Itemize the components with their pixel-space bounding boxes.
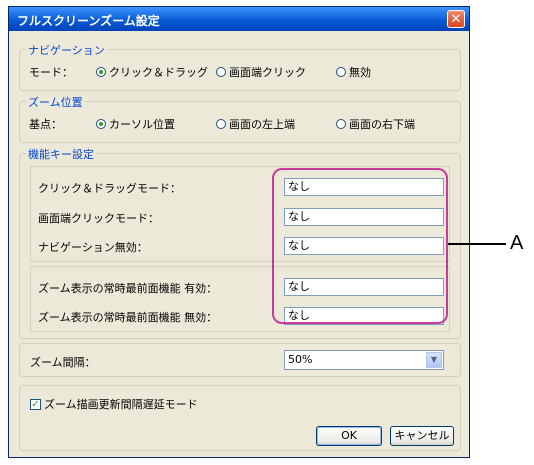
cancel-button[interactable]: キャンセル [390, 426, 454, 446]
function-key-label: 画面端クリックモード： [38, 212, 159, 225]
radio-bottom-right[interactable]: 画面の右下端 [336, 116, 415, 132]
checkmark-icon: ✓ [30, 398, 41, 410]
title-bar[interactable]: フルスクリーンズーム設定 ✕ [9, 7, 469, 31]
mode-label: モード： [29, 66, 73, 79]
radio-icon [336, 67, 346, 77]
function-keys-legend: 機能キー設定 [26, 146, 96, 162]
radio-icon [336, 119, 346, 129]
callout-line [448, 243, 506, 245]
navigation-group: ナビゲーション モード： クリック＆ドラッグ 画面端クリック 無効 [19, 42, 461, 91]
close-icon: ✕ [450, 12, 462, 27]
zoom-position-group: ズーム位置 基点： カーソル位置 画面の左上端 画面の右下端 [19, 94, 461, 143]
radio-disabled[interactable]: 無効 [336, 64, 371, 80]
zoom-interval-select[interactable]: 50% ▼ [284, 350, 444, 370]
zoom-interval-group: ズーム間隔： 50% ▼ [19, 343, 461, 377]
base-label: 基点： [29, 118, 62, 131]
delay-mode-group: ✓ ズーム描画更新間隔遅延モード OK キャンセル [19, 385, 461, 451]
zoom-interval-label: ズーム間隔： [30, 356, 96, 369]
radio-label: カーソル位置 [109, 118, 175, 131]
function-key-label: ズーム表示の常時最前面機能 無効： [38, 311, 218, 324]
radio-top-left[interactable]: 画面の左上端 [216, 116, 295, 132]
radio-selected-icon [96, 119, 106, 129]
radio-icon [216, 119, 226, 129]
radio-label: クリック＆ドラッグ [109, 66, 208, 79]
radio-cursor-position[interactable]: カーソル位置 [96, 116, 175, 132]
function-key-label: クリック＆ドラッグモード： [38, 182, 181, 195]
delay-mode-label: ズーム描画更新間隔遅延モード [44, 398, 198, 411]
radio-label: 画面の左上端 [229, 118, 295, 131]
callout-label: A [510, 232, 524, 254]
radio-label: 無効 [349, 66, 371, 79]
function-key-label: ズーム表示の常時最前面機能 有効： [38, 282, 218, 295]
radio-label: 画面の右下端 [349, 118, 415, 131]
close-button[interactable]: ✕ [447, 10, 465, 28]
delay-mode-checkbox[interactable]: ✓ ズーム描画更新間隔遅延モード [30, 396, 198, 412]
radio-edge-click[interactable]: 画面端クリック [216, 64, 306, 80]
radio-click-drag[interactable]: クリック＆ドラッグ [96, 64, 208, 80]
ok-button[interactable]: OK [316, 426, 382, 446]
window-title: フルスクリーンズーム設定 [17, 14, 160, 28]
navigation-legend: ナビゲーション [26, 42, 107, 58]
function-key-label: ナビゲーション無効： [38, 241, 148, 254]
zoom-interval-value: 50% [288, 353, 313, 366]
highlight-frame [272, 168, 448, 324]
radio-label: 画面端クリック [229, 66, 306, 79]
zoom-position-legend: ズーム位置 [26, 94, 85, 110]
radio-selected-icon [96, 67, 106, 77]
radio-icon [216, 67, 226, 77]
chevron-down-icon[interactable]: ▼ [426, 352, 442, 368]
